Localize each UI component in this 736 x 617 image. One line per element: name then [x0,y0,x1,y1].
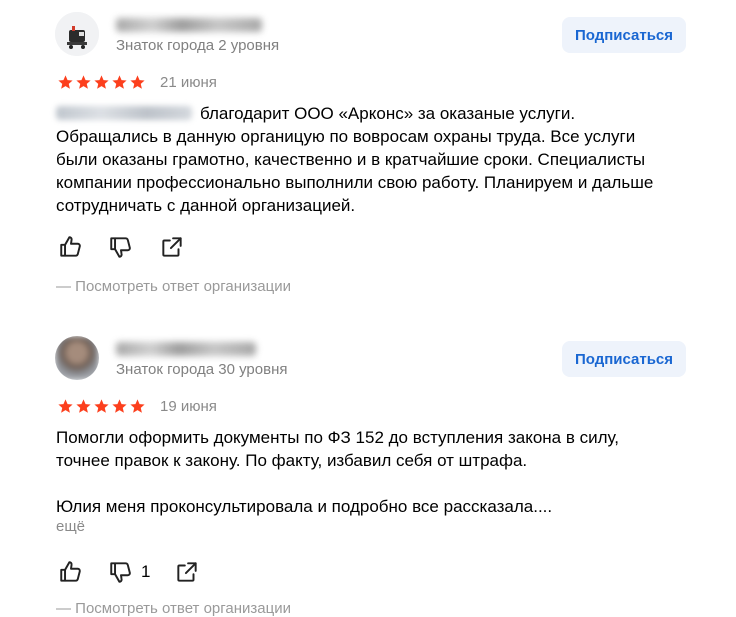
review-text: благодарит ООО «Арконс» за оказаные услу… [56,102,676,217]
star-icon [112,75,127,89]
avatar-image-icon [55,12,99,56]
author-level: Знаток города 30 уровня [116,361,288,378]
share-icon [162,237,182,257]
author-level: Знаток города 2 уровня [116,37,280,54]
star-icon [58,75,73,89]
thumbs-down-icon [110,237,131,258]
review-card: Знаток города 30 уровня Подписаться 19 и… [0,324,736,617]
star-icon [94,75,109,89]
star-icon [130,399,145,413]
thumbs-down-icon [110,562,131,583]
share-icon [177,562,197,582]
star-icon [112,399,127,413]
avatar-photo-blurred [55,336,99,380]
subscribe-button[interactable]: Подписаться [562,17,686,53]
rating-stars [57,74,146,92]
share-button[interactable] [159,234,185,260]
dislike-button[interactable] [108,234,134,260]
star-icon [76,75,91,89]
review-body: благодарит ООО «Арконс» за оказаные услу… [56,104,654,215]
author-avatar[interactable] [55,336,99,380]
like-button[interactable] [58,234,84,260]
company-name-blurred [56,106,192,120]
review-card: Знаток города 2 уровня Подписаться 21 ию… [0,0,736,300]
star-icon [130,75,145,89]
star-icon [58,399,73,413]
view-org-reply-link[interactable]: — Посмотреть ответ организации [56,600,291,617]
review-date: 21 июня [160,74,217,91]
thumbs-up-icon [60,236,81,257]
share-button[interactable] [174,559,200,585]
view-org-reply-link[interactable]: — Посмотреть ответ организации [56,278,291,295]
star-icon [76,399,91,413]
dislike-button[interactable] [108,559,134,585]
like-button[interactable] [58,559,84,585]
author-avatar[interactable] [55,12,99,56]
author-name-blurred[interactable] [116,342,256,356]
review-date: 19 июня [160,398,217,415]
rating-stars [57,398,146,416]
dislike-count: 1 [141,562,151,581]
thumbs-up-icon [60,561,81,582]
expand-more-link[interactable]: ещё [56,518,85,535]
review-text: Помогли оформить документы по ФЗ 152 до … [56,428,620,516]
author-name-blurred[interactable] [116,18,262,32]
star-icon [94,399,109,413]
subscribe-button[interactable]: Подписаться [562,341,686,377]
